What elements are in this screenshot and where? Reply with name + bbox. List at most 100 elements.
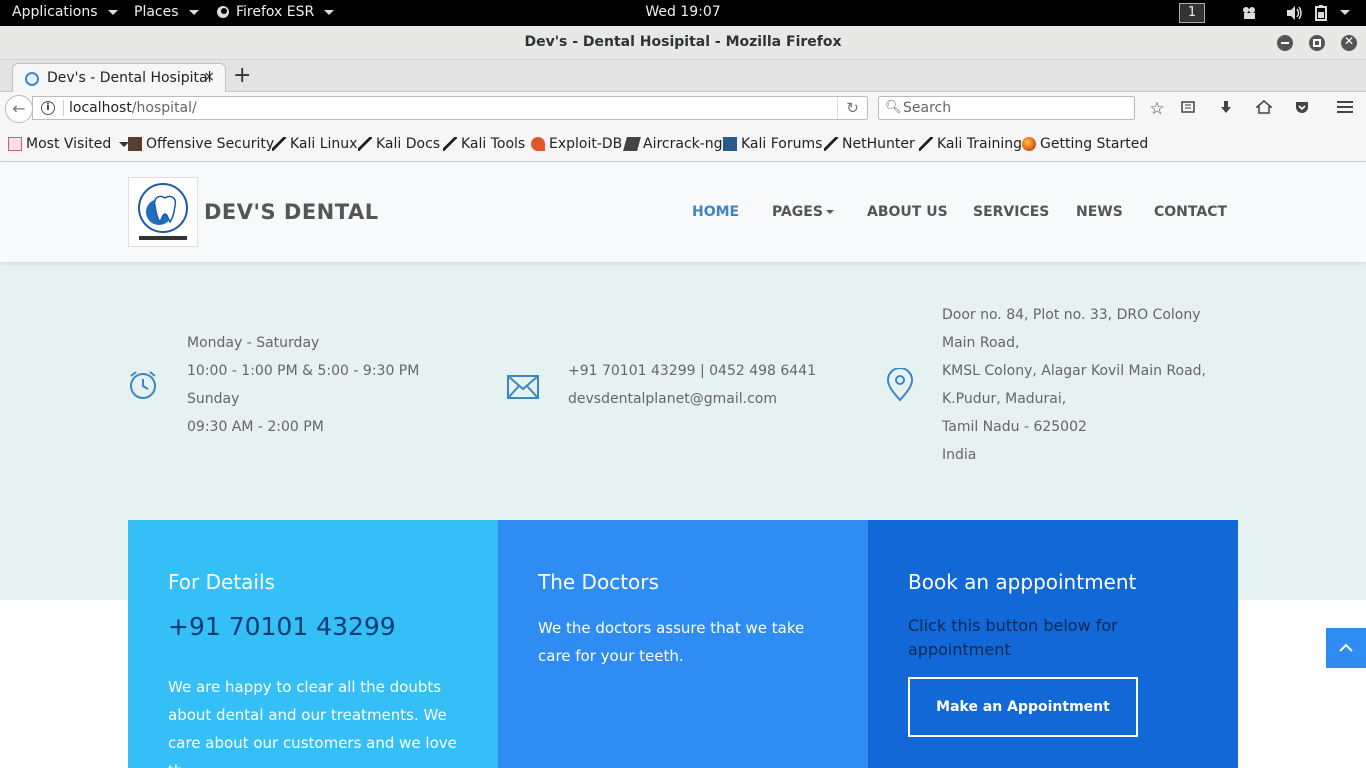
forum-icon: [723, 137, 737, 151]
chevron-up-icon: [1339, 643, 1353, 652]
tab-label: Dev's - Dental Hosipital: [47, 70, 212, 86]
bookmarks-toolbar: Most Visited Offensive Security Kali Lin…: [0, 126, 1366, 162]
kali-icon: [824, 137, 838, 151]
search-input[interactable]: 🔍︎ Search: [878, 96, 1135, 120]
address-line: Main Road,: [942, 335, 1020, 351]
doctors-text: We the doctors assure that we take care …: [538, 619, 805, 665]
tab-dental-hospital[interactable]: Dev's - Dental Hosipital ×: [12, 63, 226, 93]
battery-icon[interactable]: [1313, 4, 1331, 22]
firefox-icon: [1022, 137, 1036, 151]
contact-info: +91 70101 43299 | 0452 498 6441 devsdent…: [568, 357, 816, 413]
nav-contact[interactable]: CONTACT: [1154, 204, 1227, 220]
url-path: /hospital/: [131, 100, 197, 116]
bookmark-most-visited[interactable]: Most Visited: [8, 136, 130, 152]
bookmark-label: Kali Tools: [461, 136, 526, 152]
nav-services[interactable]: SERVICES: [973, 204, 1049, 220]
nav-pages-label: PAGES: [772, 204, 823, 220]
address-line: Door no. 84, Plot no. 33, DRO Colony: [942, 307, 1201, 323]
url-host: localhost: [69, 100, 132, 116]
bookmark-label: Kali Training: [937, 136, 1022, 152]
site-info-icon[interactable]: i: [41, 101, 55, 115]
site-favicon-icon: [25, 72, 39, 86]
nav-news[interactable]: NEWS: [1076, 204, 1123, 220]
hours-line: Monday - Saturday: [187, 335, 320, 351]
volume-icon[interactable]: [1285, 4, 1303, 22]
bookmark-star-icon[interactable]: ☆: [1147, 99, 1167, 119]
hamburger-menu-icon[interactable]: [1335, 99, 1355, 119]
aircrack-icon: [623, 137, 641, 151]
workspace-indicator[interactable]: 1: [1179, 3, 1205, 23]
appointment-card: Book an apppointment Click this button b…: [868, 520, 1238, 768]
bookmark-exploit-db[interactable]: Exploit-DB: [531, 136, 622, 152]
bookmark-label: Getting Started: [1040, 136, 1149, 152]
url-text[interactable]: localhost/hospital/: [69, 100, 197, 116]
clock[interactable]: Wed 19:07: [0, 4, 1366, 20]
search-icon: 🔍︎: [885, 100, 902, 115]
doctors-title: The Doctors: [538, 570, 659, 594]
offsec-icon: [128, 137, 142, 151]
reload-icon[interactable]: ↻: [837, 97, 867, 119]
bookmark-nethunter[interactable]: NetHunter: [824, 136, 915, 152]
minimize-icon: [1281, 42, 1289, 44]
maximize-button[interactable]: [1309, 35, 1325, 51]
maximize-icon: [1313, 39, 1321, 47]
kali-icon: [272, 137, 286, 151]
envelope-icon: [507, 375, 539, 399]
reading-list-icon[interactable]: [1178, 99, 1198, 119]
new-tab-button[interactable]: +: [233, 63, 251, 88]
pocket-icon[interactable]: [1292, 99, 1312, 119]
bookmark-label: Offensive Security: [146, 136, 275, 152]
email-address[interactable]: devsdentalplanet@gmail.com: [568, 385, 816, 413]
details-text: We are happy to clear all the doubts abo…: [168, 678, 457, 768]
hours-line: 10:00 - 1:00 PM & 5:00 - 9:30 PM: [187, 363, 420, 379]
back-arrow-icon: ←: [12, 99, 26, 118]
phone-numbers[interactable]: +91 70101 43299 | 0452 498 6441: [568, 357, 816, 385]
nav-pages[interactable]: PAGES: [772, 204, 834, 220]
address-line: K.Pudur, Madurai,: [942, 391, 1067, 407]
nav-about-us[interactable]: ABOUT US: [867, 204, 948, 220]
bookmark-aircrack-ng[interactable]: Aircrack-ng: [623, 136, 723, 152]
bookmark-getting-started[interactable]: Getting Started: [1022, 136, 1148, 152]
home-icon[interactable]: [1254, 99, 1274, 119]
bookmark-kali-forums[interactable]: Kali Forums: [723, 136, 822, 152]
site-brand[interactable]: DEV'S DENTAL: [204, 200, 379, 224]
close-icon: ✕: [1343, 34, 1355, 48]
bookmark-label: Kali Linux: [290, 136, 358, 152]
alarm-clock-icon: [130, 371, 156, 399]
make-appointment-button[interactable]: Make an Appointment: [908, 677, 1138, 737]
address-line: India: [942, 447, 977, 463]
download-icon[interactable]: [1216, 99, 1236, 119]
doctors-card: The Doctors We the doctors assure that w…: [498, 520, 868, 768]
system-menu-chevron-icon[interactable]: [1340, 10, 1350, 15]
tab-strip: Dev's - Dental Hosipital × +: [0, 60, 1366, 93]
tooth-logo-icon: [138, 183, 188, 240]
bookmark-label: Kali Forums: [741, 136, 823, 152]
bookmark-kali-training[interactable]: Kali Training: [919, 136, 1022, 152]
nav-home[interactable]: HOME: [692, 204, 739, 220]
appointment-title: Book an apppointment: [908, 570, 1137, 594]
site-header: DEV'S DENTAL HOME PAGES ABOUT US SERVICE…: [0, 162, 1366, 262]
bookmark-label: Aircrack-ng: [643, 136, 723, 152]
window-titlebar: Dev's - Dental Hosipital - Mozilla Firef…: [0, 26, 1366, 60]
bookmark-kali-linux[interactable]: Kali Linux: [272, 136, 357, 152]
back-button[interactable]: ←: [5, 95, 33, 123]
scroll-to-top-button[interactable]: [1326, 628, 1366, 668]
bookmark-kali-docs[interactable]: Kali Docs: [358, 136, 440, 152]
address-line: Tamil Nadu - 625002: [942, 419, 1087, 435]
minimize-button[interactable]: [1277, 35, 1293, 51]
close-window-button[interactable]: ✕: [1341, 34, 1357, 51]
exploitdb-icon: [531, 137, 545, 151]
url-bar[interactable]: i localhost/hospital/ ↻: [32, 96, 868, 120]
address: Door no. 84, Plot no. 33, DRO Colony Mai…: [942, 301, 1206, 469]
video-camera-icon[interactable]: [1241, 4, 1259, 22]
bookmark-offensive-security[interactable]: Offensive Security: [128, 136, 274, 152]
appointment-text: Click this button below for appointment: [908, 616, 1118, 659]
tab-close-icon[interactable]: ×: [203, 69, 215, 85]
site-logo[interactable]: [128, 177, 198, 247]
bookmark-kali-tools[interactable]: Kali Tools: [443, 136, 525, 152]
details-phone[interactable]: +91 70101 43299: [168, 612, 396, 641]
system-top-bar: Applications Places Firefox ESR Wed 19:0…: [0, 0, 1366, 26]
details-card: For Details +91 70101 43299 We are happy…: [128, 520, 498, 768]
bookmark-label: NetHunter: [842, 136, 915, 152]
hours-line: Sunday: [187, 391, 240, 407]
